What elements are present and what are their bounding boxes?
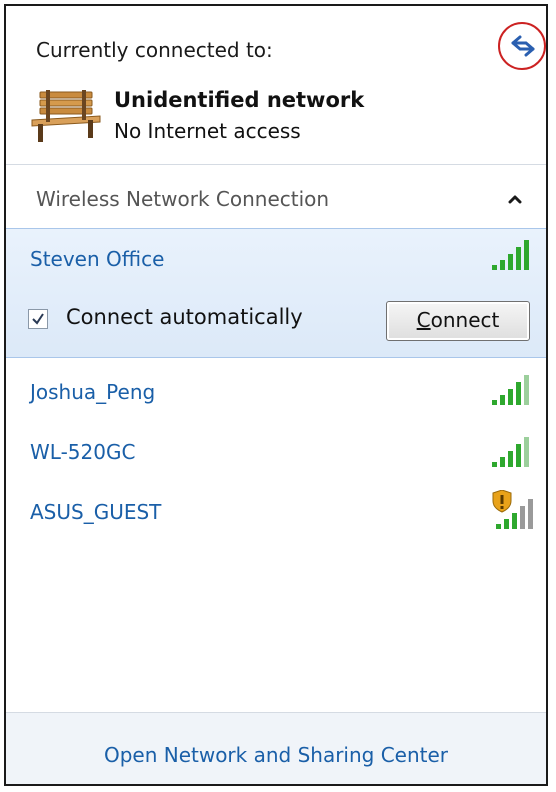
connect-automatically-checkbox[interactable]: [28, 309, 48, 329]
chevron-up-icon: [508, 195, 522, 204]
current-network-name: Unidentified network: [114, 88, 365, 112]
collapse-section-button[interactable]: [502, 186, 530, 214]
network-flyout-panel: Currently connected to: Unidentified net…: [4, 4, 548, 786]
network-item-wl-520gc[interactable]: WL-520GC: [6, 430, 546, 480]
network-name-steven-office: Steven Office: [30, 247, 165, 271]
signal-strength-icon: [492, 437, 529, 467]
signal-strength-icon: [492, 240, 529, 270]
checkmark-icon: [32, 313, 44, 325]
network-name-joshua-peng: Joshua_Peng: [30, 380, 156, 404]
park-bench-icon: [31, 90, 101, 142]
network-name-wl-520gc: WL-520GC: [30, 440, 136, 464]
connection-status-header: Currently connected to: Unidentified net…: [6, 6, 546, 164]
wireless-section-label: Wireless Network Connection: [36, 187, 330, 211]
network-item-asus-guest[interactable]: ASUS_GUEST: [6, 488, 546, 538]
connect-automatically-label: Connect automatically: [66, 305, 303, 329]
connect-button[interactable]: Connect: [386, 301, 530, 341]
connect-button-accesskey: C: [416, 308, 431, 332]
current-network-status: No Internet access: [114, 119, 301, 143]
refresh-button[interactable]: [498, 22, 546, 70]
signal-strength-icon: [492, 375, 529, 405]
refresh-arrows-icon: [511, 35, 535, 57]
flyout-footer: Open Network and Sharing Center: [6, 712, 546, 784]
divider: [6, 164, 546, 165]
connect-button-label: onnect: [430, 308, 500, 332]
network-item-joshua-peng[interactable]: Joshua_Peng: [6, 366, 546, 416]
selected-network-item[interactable]: Steven Office Connect automatically Conn…: [6, 228, 546, 358]
open-network-sharing-center-link[interactable]: Open Network and Sharing Center: [6, 743, 546, 767]
currently-connected-label: Currently connected to:: [36, 38, 273, 62]
unsecured-signal-shield-icon: [492, 490, 533, 529]
network-name-asus-guest: ASUS_GUEST: [30, 500, 162, 524]
